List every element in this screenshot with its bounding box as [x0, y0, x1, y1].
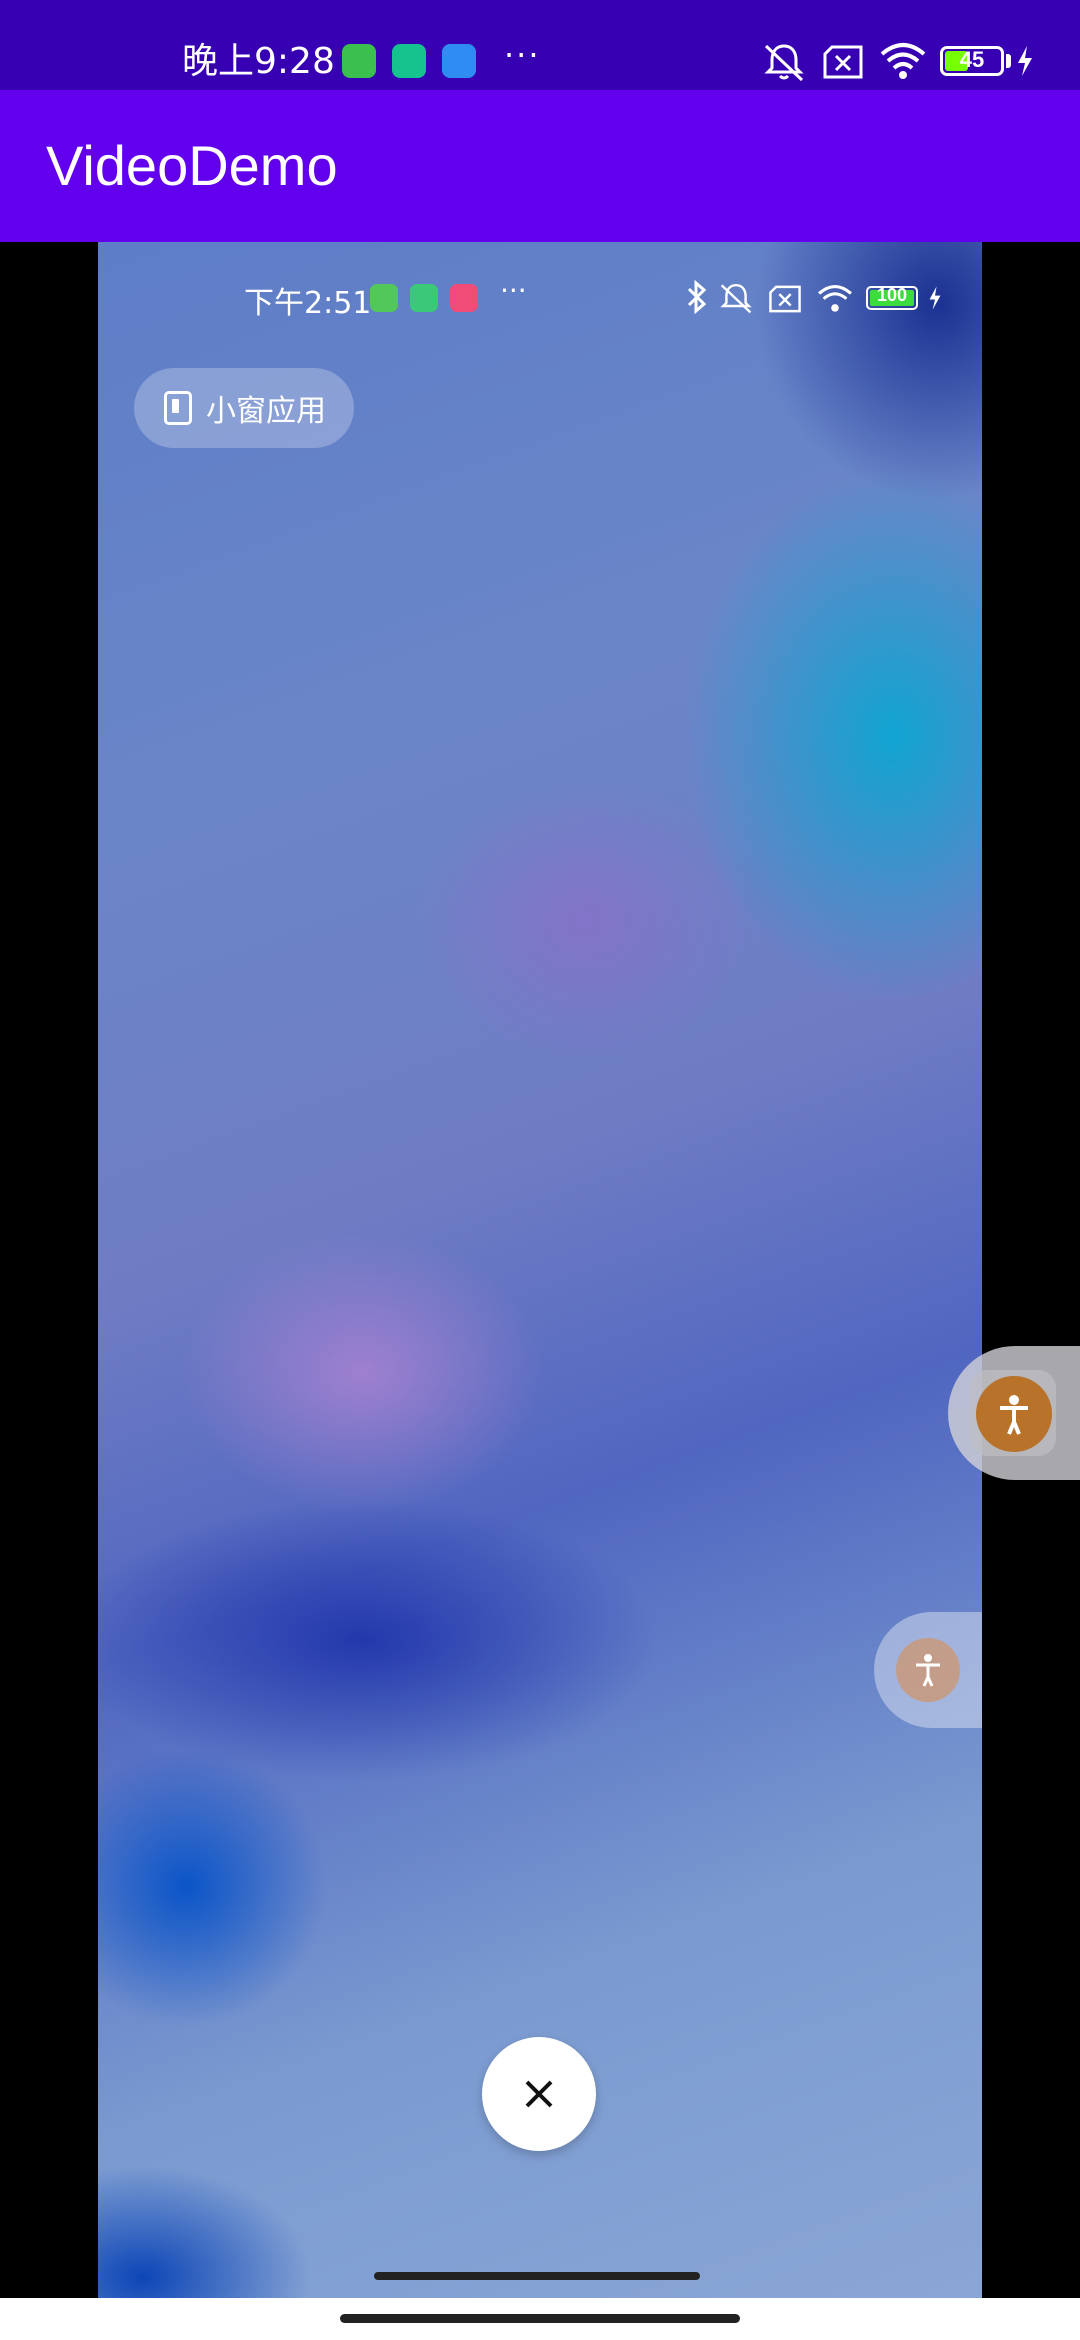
video-status-time: 下午2:51 [244, 286, 372, 321]
more-notifications-icon: ··· [504, 36, 541, 74]
more-notifications-icon: ··· [500, 274, 527, 307]
charging-icon [929, 286, 941, 310]
close-button[interactable] [482, 2037, 596, 2151]
mute-bell-icon [720, 283, 752, 314]
window-icon [164, 391, 192, 425]
status-bar: 晚上9:28 ··· 45 [0, 0, 1080, 90]
sim-x-icon [823, 45, 863, 79]
floating-accessibility-button[interactable] [948, 1346, 1080, 1480]
video-nav-handle [374, 2272, 700, 2280]
charging-icon [1018, 46, 1032, 76]
blue-app-icon [442, 44, 476, 78]
wifi-icon [880, 43, 926, 79]
video-status-bar: 下午2:51 ··· 100 [98, 242, 982, 362]
green-robot-icon [370, 284, 398, 312]
battery-cap [1006, 54, 1011, 68]
video-accessibility-button [874, 1612, 982, 1728]
mute-bell-icon [764, 44, 804, 82]
video-battery-icon: 100 [866, 285, 918, 310]
app-bar: VideoDemo [0, 90, 1080, 242]
small-window-app-chip[interactable]: 小窗应用 [134, 368, 354, 448]
battery-level: 45 [959, 47, 985, 72]
wifi-icon [818, 285, 852, 312]
battery-icon: 45 [940, 46, 1004, 76]
navigation-bar [0, 2298, 1080, 2340]
accessibility-icon [896, 1638, 960, 1702]
close-icon [525, 2080, 553, 2108]
bluetooth-icon [687, 280, 707, 314]
accessibility-icon [976, 1376, 1052, 1452]
pink-app-icon [450, 284, 478, 312]
status-time: 晚上9:28 [182, 41, 335, 82]
video-frame[interactable]: 下午2:51 ··· 100 小窗应用 [98, 242, 982, 2298]
app-title: VideoDemo [46, 134, 338, 197]
shield-icon [392, 44, 426, 78]
green-robot-icon [342, 44, 376, 78]
video-player-area[interactable]: 下午2:51 ··· 100 小窗应用 [0, 242, 1080, 2298]
video-battery-level: 100 [876, 285, 908, 305]
android-icon [410, 284, 438, 312]
small-window-app-label: 小窗应用 [206, 394, 326, 429]
home-handle[interactable] [340, 2314, 740, 2323]
sim-x-icon [769, 285, 801, 313]
